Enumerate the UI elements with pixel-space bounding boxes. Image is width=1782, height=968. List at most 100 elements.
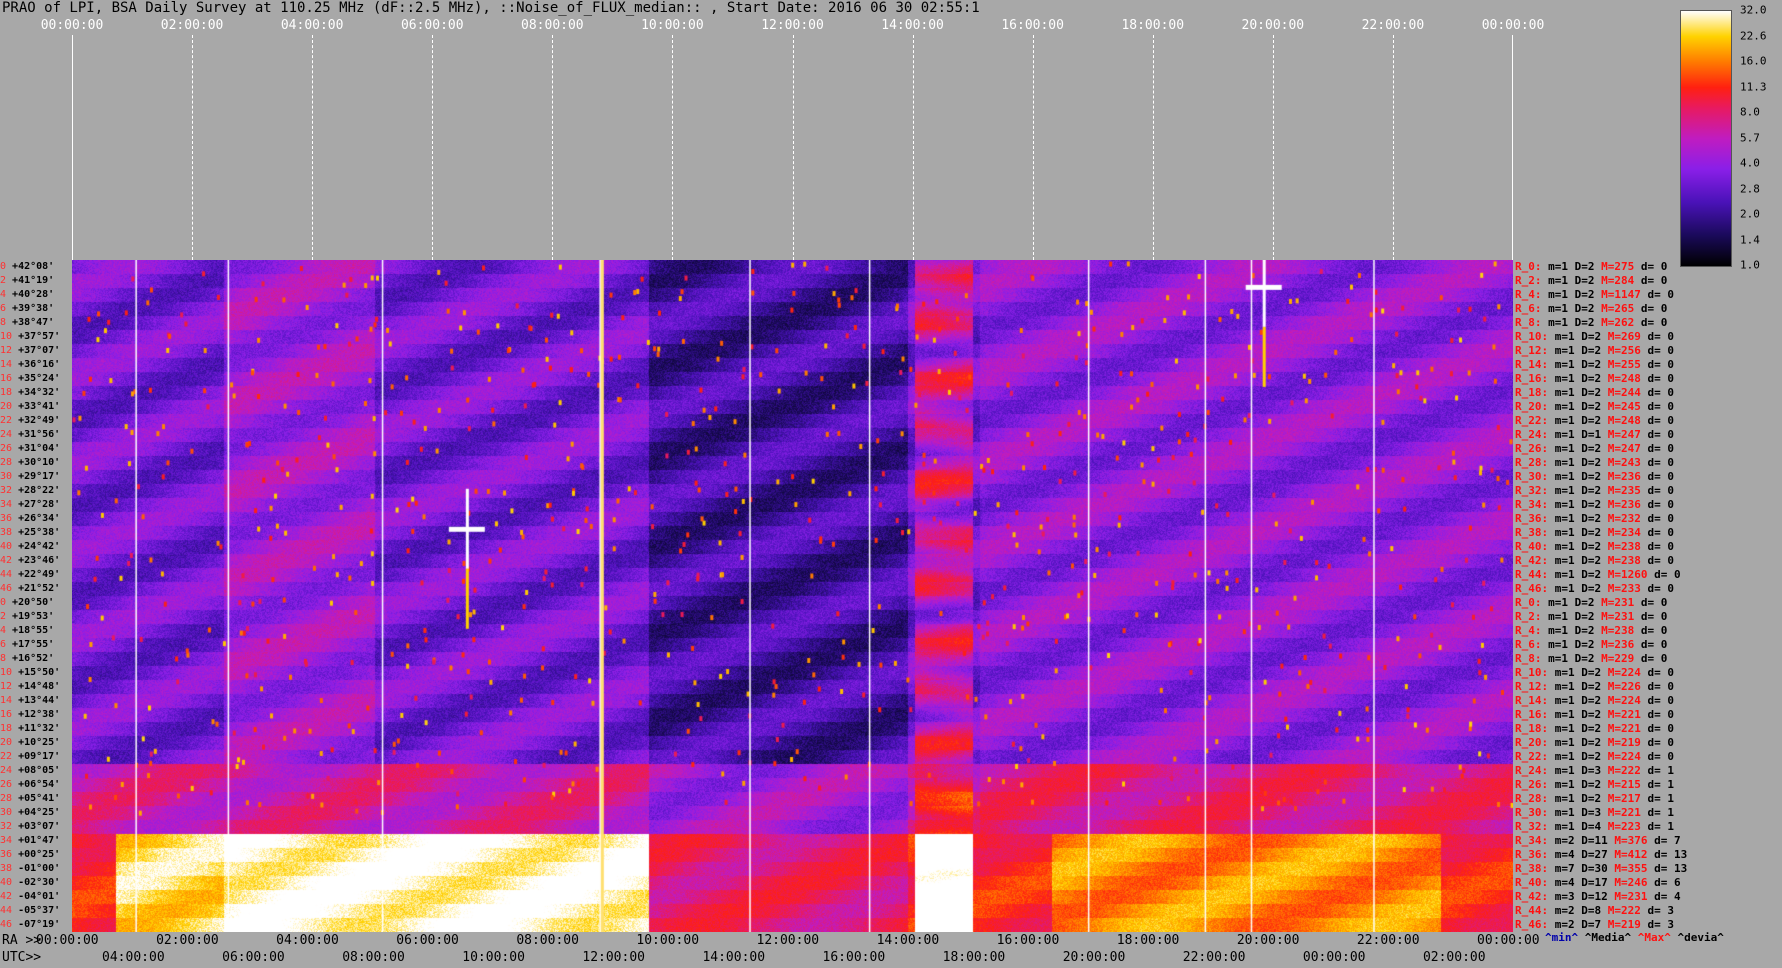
row-stat: R_40: m=1 D=2 M=238 d= 0 [1515,540,1674,554]
top-tick-label: 06:00:00 [400,18,464,33]
declination-label: 36 +00°25' [0,848,60,862]
row-number: 36 [0,513,19,524]
row-stat: R_6: m=1 D=2 M=265 d= 0 [1515,302,1667,316]
declination-value: +10°25' [18,737,61,748]
row-stat-field: D=2 [1574,484,1602,497]
row-number: 40 [0,541,19,552]
row-number: 44 [0,905,19,916]
declination-value: +11°32' [18,723,61,734]
row-stat-field: R_34: [1515,834,1549,847]
row-stat: R_28: m=1 D=2 M=243 d= 0 [1515,456,1674,470]
declination-label: 10 +15°50' [0,666,60,680]
row-stat-field: R_26: [1515,778,1549,791]
row-stat-field: D=2 [1568,260,1595,273]
row-stat: R_24: m=1 D=3 M=222 d= 1 [1515,764,1674,778]
row-stat-field: m=1 [1541,316,1568,329]
row-stat-field: d= 0 [1640,526,1674,539]
row-stat-field: M=247 [1601,442,1641,455]
row-stat-field: m=1 [1541,610,1568,623]
row-stat-field: M=269 [1601,330,1641,343]
row-stat: R_18: m=1 D=2 M=244 d= 0 [1515,386,1674,400]
row-stat-field: R_28: [1515,456,1549,469]
row-stat-field: D=2 [1574,694,1602,707]
row-stat-field: m=1 [1541,638,1568,651]
row-stat: R_38: m=7 D=30 M=355 d= 13 [1515,862,1687,876]
row-stat-field: D=2 [1574,554,1602,567]
row-stat-field: M=231 [1607,890,1648,903]
row-stat-field: R_22: [1515,750,1549,763]
row-stat: R_10: m=1 D=2 M=224 d= 0 [1515,666,1674,680]
row-stat-field: M=219 [1601,918,1641,931]
row-stat-field: D=2 [1574,526,1602,539]
declination-value: +12°38' [18,709,61,720]
row-stat-field: R_2: [1515,274,1542,287]
row-number: 2 [0,611,13,622]
row-number: 0 [0,597,13,608]
heatmap-plot [72,260,1513,932]
colorbar [1680,10,1732,267]
row-stat-field: d= 4 [1647,890,1681,903]
top-tick-label: 04:00:00 [280,18,344,33]
declination-value: +31°56' [18,429,61,440]
declination-value: +20°50' [12,597,55,608]
row-stat-field: d= 13 [1647,862,1688,875]
row-stat: R_16: m=1 D=2 M=221 d= 0 [1515,708,1674,722]
row-stat-field: D=2 [1568,316,1595,329]
row-stat-field: R_0: [1515,596,1542,609]
row-stat-field: D=2 [1574,344,1602,357]
declination-value: -07°19' [18,919,61,930]
declination-label: 26 +06°54' [0,778,60,792]
grid-line [192,35,194,260]
row-stat-field: D=2 [1574,512,1602,525]
row-number: 16 [0,373,19,384]
axis-tick-label: 20:00:00 [1062,950,1126,965]
row-stat-field: M=219 [1601,736,1641,749]
grid-line [1152,35,1154,260]
axis-tick-label: 04:00:00 [276,933,339,948]
row-stat-field: m=2 [1548,834,1575,847]
declination-value: +24°42' [18,541,61,552]
row-stat: R_10: m=1 D=2 M=269 d= 0 [1515,330,1674,344]
row-number: 42 [0,891,19,902]
row-stat: R_16: m=1 D=2 M=248 d= 0 [1515,372,1674,386]
row-number: 20 [0,737,19,748]
colorbar-tick-label: 4.0 [1740,156,1760,170]
declination-value: +01°47' [18,835,61,846]
row-stat-field: d= 0 [1640,680,1674,693]
declination-label: 2 +41°19' [0,274,54,288]
row-number: 12 [0,681,19,692]
row-stat-field: d= 0 [1634,260,1668,273]
row-stat-field: R_38: [1515,526,1549,539]
grid-line [1032,35,1034,260]
declination-label: 6 +39°38' [0,302,54,316]
declination-label: 34 +27°28' [0,498,60,512]
declination-label: 20 +33°41' [0,400,60,414]
declination-value: +30°10' [18,457,61,468]
top-tick-label: 00:00:00 [1481,18,1545,33]
declination-value: +13°44' [18,695,61,706]
row-stat-field: M=275 [1594,260,1635,273]
row-stat-field: m=1 [1548,750,1575,763]
row-stat: R_22: m=1 D=2 M=248 d= 0 [1515,414,1674,428]
row-stat-field: d= 0 [1634,302,1668,315]
row-stat: R_14: m=1 D=2 M=224 d= 0 [1515,694,1674,708]
row-stat: R_6: m=1 D=2 M=236 d= 0 [1515,638,1667,652]
row-stat-field: R_26: [1515,442,1549,455]
declination-label: 42 -04°01' [0,890,60,904]
declination-label: 6 +17°55' [0,638,54,652]
row-stat-field: R_12: [1515,344,1549,357]
declination-value: +15°50' [18,667,61,678]
row-stat-field: R_38: [1515,862,1549,875]
row-number: 8 [0,317,13,328]
chart-title: PRAO of LPI, BSA Daily Survey at 110.25 … [2,0,980,16]
row-number: 14 [0,359,19,370]
row-number: 42 [0,555,19,566]
row-number: 40 [0,877,19,888]
row-stat-field: m=1 [1548,372,1575,385]
declination-label: 26 +31°04' [0,442,60,456]
row-stat-field: M=217 [1601,792,1641,805]
legend-min: ^min^ [1545,931,1579,944]
row-stat-field: R_32: [1515,820,1549,833]
row-stat-field: d= 6 [1647,876,1681,889]
row-number: 26 [0,443,19,454]
